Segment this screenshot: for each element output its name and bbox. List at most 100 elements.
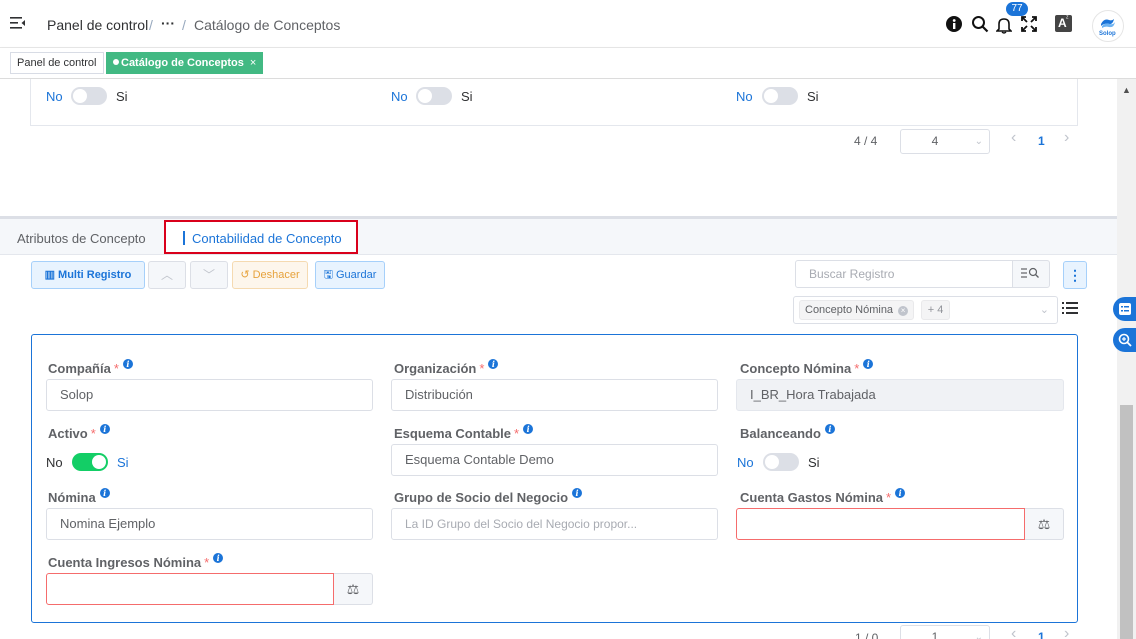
info-icon[interactable]: i <box>523 424 534 434</box>
search-list-button[interactable] <box>1012 260 1050 288</box>
chip-label: Concepto Nómina <box>805 304 894 316</box>
button-label: Guardar <box>336 269 377 281</box>
info-icon[interactable]: i <box>824 424 835 434</box>
filter-chip: Concepto Nómina × <box>799 300 915 320</box>
next-record-button[interactable]: ﹀ <box>190 261 228 289</box>
guardar-button[interactable]: 🖫 Guardar <box>315 261 385 289</box>
compania-field[interactable]: Solop <box>46 379 373 411</box>
deshacer-button[interactable]: ↺ Deshacer <box>232 261 308 289</box>
esquema-contable-label: Esquema Contable * i <box>394 424 534 441</box>
switch-no-label: No <box>46 89 63 104</box>
switch-no-label: No <box>736 89 753 104</box>
notification-badge: 77 <box>1006 2 1028 16</box>
breadcrumb-root[interactable]: Panel de control <box>47 17 148 33</box>
fullscreen-icon[interactable] <box>1021 16 1037 32</box>
search-record-input[interactable]: Buscar Registro <box>795 260 1013 288</box>
filter-more-chip: + 4 <box>920 300 951 320</box>
bottom-page-size-select[interactable]: 1 ⌄ <box>900 625 990 639</box>
undo-icon: ↺ <box>240 269 250 281</box>
chip-close-icon[interactable]: × <box>898 306 909 316</box>
chevron-down-icon: ⌄ <box>974 136 983 147</box>
activo-si-label: Si <box>117 455 129 470</box>
bottom-pager-current-page[interactable]: 1 <box>1038 630 1045 639</box>
page-size-select[interactable]: 4 ⌄ <box>900 129 990 154</box>
compania-label: Compañía * i <box>48 359 133 376</box>
column-list-icon[interactable] <box>1062 301 1078 315</box>
toggle-switch[interactable] <box>762 87 798 105</box>
tab-label: Contabilidad de Concepto <box>192 231 342 246</box>
breadcrumb-separator: / <box>182 17 186 33</box>
bell-icon[interactable] <box>995 16 1013 34</box>
top-record-card <box>30 79 1078 126</box>
switch-no-label: No <box>391 89 408 104</box>
concepto-nomina-field: I_BR_Hora Trabajada <box>736 379 1064 411</box>
floating-zoom-button[interactable] <box>1113 328 1136 352</box>
scrollbar-thumb[interactable] <box>1120 405 1133 639</box>
info-icon[interactable]: i <box>99 424 110 434</box>
logo-text: Solop <box>1099 31 1116 37</box>
logo-avatar[interactable]: Solop <box>1092 10 1124 42</box>
scroll-up-arrow-icon[interactable]: ▲ <box>1122 85 1131 95</box>
tag-label: Panel de control <box>17 57 97 69</box>
balanceando-label: Balanceando i <box>740 424 835 441</box>
search-icon[interactable] <box>971 15 989 33</box>
cuenta-ingresos-label: Cuenta Ingresos Nómina * i <box>48 553 224 570</box>
tab-atributos-concepto[interactable]: Atributos de Concepto <box>17 231 146 246</box>
top-navbar: Panel de control / ··· / Catálogo de Con… <box>0 0 1136 48</box>
more-options-button[interactable]: ⋮ <box>1063 261 1087 289</box>
info-icon[interactable]: i <box>572 488 583 498</box>
search-list-icon <box>1021 267 1039 278</box>
cuenta-gastos-label: Cuenta Gastos Nómina * i <box>740 488 906 505</box>
zoom-icon <box>1118 333 1132 347</box>
chevron-down-icon: ⌄ <box>974 632 983 639</box>
page-size-value: 4 <box>931 134 939 148</box>
account-combination-button[interactable]: ⚖ <box>334 573 373 605</box>
floating-list-button[interactable] <box>1113 297 1136 321</box>
pager-count: 4 / 4 <box>854 134 878 148</box>
info-icon[interactable]: i <box>99 488 110 498</box>
active-tab-indicator <box>183 231 185 245</box>
info-icon[interactable]: i <box>122 359 133 369</box>
balance-scale-icon: ⚖ <box>346 581 360 597</box>
cuenta-gastos-field[interactable] <box>736 508 1025 540</box>
balanceando-no-label: No <box>737 455 754 470</box>
bottom-pager-next-icon[interactable]: › <box>1064 625 1069 639</box>
toggle-switch[interactable] <box>71 87 107 105</box>
pager-next-icon[interactable]: › <box>1064 129 1069 147</box>
sidebar-toggle-icon[interactable] <box>10 16 26 30</box>
pager-prev-icon[interactable]: ‹ <box>1011 129 1016 147</box>
nomina-field[interactable]: Nomina Ejemplo <box>46 508 373 540</box>
breadcrumb-separator: / <box>149 17 153 33</box>
translate-icon[interactable]: A ᶻ <box>1055 15 1072 32</box>
tag-catalogo-conceptos[interactable]: Catálogo de Conceptos × <box>106 52 264 74</box>
info-icon[interactable]: i <box>895 488 906 498</box>
account-combination-button[interactable]: ⚖ <box>1025 508 1064 540</box>
chevron-down-icon: ⌄ <box>1039 304 1049 316</box>
info-icon[interactable] <box>946 16 962 32</box>
esquema-contable-field[interactable]: Esquema Contable Demo <box>391 444 718 476</box>
cuenta-ingresos-field[interactable] <box>46 573 334 605</box>
organizacion-label: Organización * i <box>394 359 499 376</box>
toggle-switch[interactable] <box>416 87 452 105</box>
tag-label: Catálogo de Conceptos <box>121 57 244 69</box>
chevron-up-icon: ︿ <box>160 268 173 282</box>
info-icon[interactable]: i <box>863 359 874 369</box>
previous-record-button[interactable]: ︿ <box>148 261 186 289</box>
bottom-pager-prev-icon[interactable]: ‹ <box>1011 625 1016 639</box>
close-icon[interactable]: × <box>250 57 256 69</box>
info-icon[interactable]: i <box>488 359 499 369</box>
tag-panel-de-control[interactable]: Panel de control <box>10 52 104 74</box>
switch-si-label: Si <box>807 89 819 104</box>
more-vertical-icon: ⋮ <box>1068 267 1082 283</box>
info-icon[interactable]: i <box>213 553 224 563</box>
balanceando-toggle[interactable] <box>763 453 799 471</box>
pager-current-page[interactable]: 1 <box>1038 134 1045 148</box>
tab-contabilidad-concepto[interactable]: Contabilidad de Concepto <box>164 220 358 254</box>
visible-columns-select[interactable]: Concepto Nómina × + 4 ⌄ <box>793 296 1058 324</box>
organizacion-field[interactable]: Distribución <box>391 379 718 411</box>
vertical-scrollbar[interactable]: ▲ <box>1117 79 1136 639</box>
activo-toggle[interactable] <box>72 453 108 471</box>
breadcrumb-more[interactable]: ··· <box>161 15 175 31</box>
grupo-socio-field[interactable]: La ID Grupo del Socio del Negocio propor… <box>391 508 718 540</box>
multi-registro-button[interactable]: ▥ Multi Registro <box>31 261 145 289</box>
